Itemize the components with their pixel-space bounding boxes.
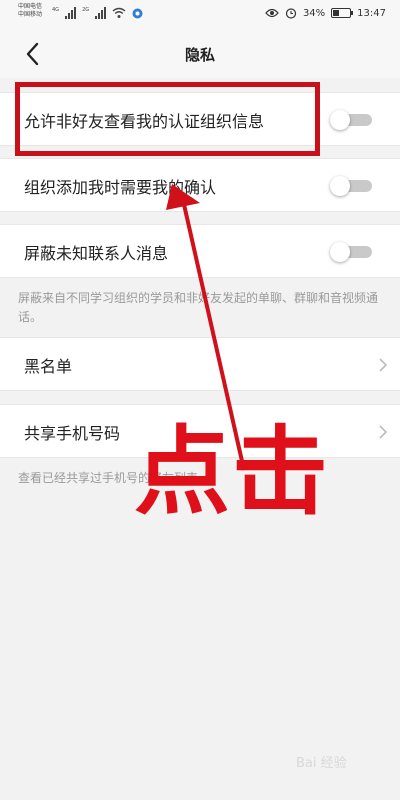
watermark: Bai 经验	[296, 756, 347, 771]
arrow-annotation	[166, 184, 246, 471]
click-annotation: 点击	[134, 416, 330, 528]
